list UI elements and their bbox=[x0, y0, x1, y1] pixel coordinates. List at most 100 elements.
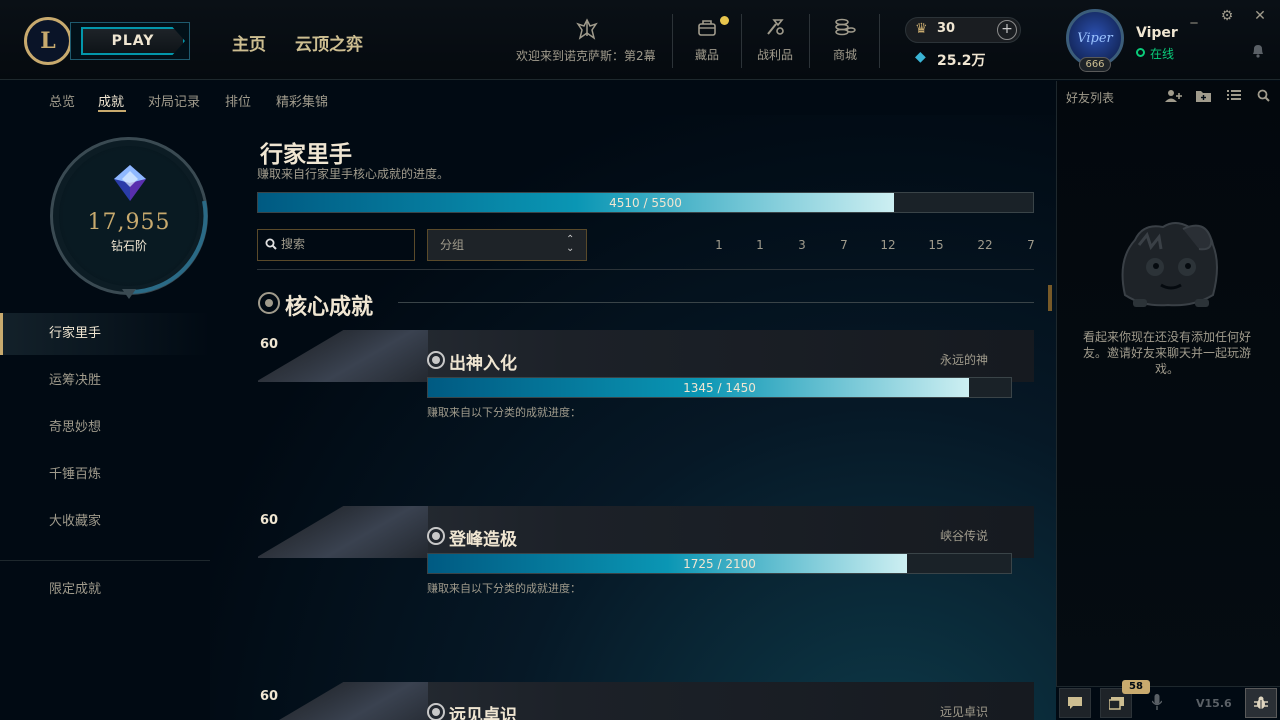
card-progress-text: 1345 / 1450 bbox=[683, 381, 756, 395]
main-progress-bar: 4510 / 5500 bbox=[257, 192, 1034, 213]
friends-panel bbox=[1056, 81, 1280, 720]
sidebar-item-limited[interactable]: 限定成就 bbox=[0, 569, 210, 611]
tab-ranked[interactable]: 排位 bbox=[225, 91, 251, 110]
welcome-text[interactable]: 欢迎来到诺克萨斯：第2幕 bbox=[516, 47, 656, 64]
blue-essence-value: 25.2万 bbox=[937, 53, 986, 69]
achievement-card[interactable] bbox=[258, 506, 1034, 558]
category-count: 7 bbox=[1027, 238, 1035, 252]
core-target-icon bbox=[258, 292, 280, 314]
user-name[interactable]: Viper bbox=[1136, 25, 1178, 41]
bell-icon[interactable] bbox=[1251, 43, 1265, 62]
card-points: 60 bbox=[260, 337, 279, 352]
buy-rp-button[interactable]: + bbox=[997, 20, 1017, 40]
divider bbox=[741, 14, 742, 68]
close-icon[interactable]: ✕ bbox=[1252, 8, 1268, 24]
card-progress-bar: 1345 / 1450 bbox=[427, 377, 1012, 398]
minimize-icon[interactable]: _ bbox=[1186, 8, 1202, 24]
store-label: 商城 bbox=[832, 48, 857, 62]
add-folder-icon[interactable] bbox=[1196, 89, 1211, 106]
microphone-icon[interactable] bbox=[1141, 688, 1173, 718]
sidebar-item-expert[interactable]: 行家里手 bbox=[0, 313, 210, 355]
status-text[interactable]: 在线 bbox=[1150, 45, 1174, 62]
card-description: 赚取来自以下分类的成就进度： bbox=[427, 406, 581, 419]
divider bbox=[257, 269, 1034, 270]
sidebar-item-veterancy[interactable]: 千锤百炼 bbox=[0, 454, 210, 496]
play-button[interactable]: PLAY bbox=[70, 22, 190, 60]
group-select-value: 分组 bbox=[440, 238, 465, 252]
notification-dot bbox=[720, 16, 729, 25]
divider bbox=[672, 14, 673, 68]
search-icon bbox=[265, 238, 277, 253]
avatar-text: Viper bbox=[1077, 30, 1113, 46]
rank-score: 17,955 bbox=[87, 210, 171, 235]
card-reward: 峡谷传说 bbox=[940, 529, 989, 543]
loot-icon bbox=[745, 16, 805, 42]
rank-tier: 钻石阶 bbox=[110, 239, 147, 253]
category-count: 1 bbox=[756, 238, 764, 252]
category-count: 22 bbox=[977, 238, 993, 252]
blue-essence-icon: ◆ bbox=[915, 49, 926, 65]
page-subtitle: 赚取来自行家里手核心成就的进度。 bbox=[257, 167, 450, 181]
achievement-target-icon bbox=[427, 527, 445, 545]
section-title: 核心成就 bbox=[285, 295, 374, 320]
sidebar-divider bbox=[0, 560, 210, 561]
noxus-emblem-icon[interactable] bbox=[576, 18, 598, 40]
sidebar-item-collector[interactable]: 大收藏家 bbox=[0, 501, 210, 543]
tab-achievements[interactable]: 成就 bbox=[98, 91, 124, 110]
active-tab-indicator bbox=[98, 110, 126, 112]
card-reward: 远见卓识 bbox=[940, 705, 989, 719]
add-friend-icon[interactable] bbox=[1165, 89, 1183, 107]
status-online-icon bbox=[1136, 48, 1145, 57]
achievement-card[interactable] bbox=[258, 330, 1034, 382]
bug-report-icon[interactable] bbox=[1245, 688, 1277, 718]
tab-overview[interactable]: 总览 bbox=[49, 91, 75, 110]
card-title: 登峰造极 bbox=[449, 530, 517, 550]
collection-label: 藏品 bbox=[694, 48, 719, 62]
category-count: 12 bbox=[880, 238, 896, 252]
achievement-card[interactable] bbox=[258, 682, 1034, 720]
client-version: V15.6 bbox=[1196, 697, 1232, 710]
achievement-target-icon bbox=[427, 703, 445, 720]
category-count: 7 bbox=[840, 238, 848, 252]
card-reward: 永远的神 bbox=[940, 353, 989, 367]
card-title: 出神入化 bbox=[449, 354, 517, 374]
chat-icon[interactable] bbox=[1059, 688, 1091, 718]
level-badge: 666 bbox=[1079, 57, 1111, 72]
list-view-icon[interactable] bbox=[1227, 89, 1241, 105]
scrollbar-thumb[interactable] bbox=[1048, 285, 1052, 311]
store-button[interactable]: 商城 bbox=[815, 16, 875, 63]
riot-points-value: 30 bbox=[937, 21, 956, 36]
loot-button[interactable]: 战利品 bbox=[745, 16, 805, 63]
section-divider bbox=[398, 302, 1034, 303]
select-updown-icon: ⌃ ⌄ bbox=[566, 234, 575, 254]
divider bbox=[879, 14, 880, 68]
category-count: 1 bbox=[715, 238, 723, 252]
divider bbox=[809, 14, 810, 68]
page-title: 行家里手 bbox=[260, 142, 352, 168]
card-progress-bar: 1725 / 2100 bbox=[427, 553, 1012, 574]
tab-highlights[interactable]: 精彩集锦 bbox=[276, 91, 328, 110]
card-points: 60 bbox=[260, 689, 279, 704]
diamond-gem-icon bbox=[114, 165, 146, 201]
card-description: 赚取来自以下分类的成就进度： bbox=[427, 582, 581, 595]
sidebar-item-imagination[interactable]: 奇思妙想 bbox=[0, 407, 210, 449]
friends-empty-message: 看起来你现在还没有添加任何好友。邀请好友来聊天并一起玩游戏。 bbox=[1082, 330, 1251, 376]
category-count: 15 bbox=[928, 238, 944, 252]
nav-tft[interactable]: 云顶之弈 bbox=[295, 30, 363, 55]
card-title: 远见卓识 bbox=[449, 706, 517, 720]
settings-gear-icon[interactable]: ⚙ bbox=[1219, 8, 1235, 24]
sidebar-item-strategy[interactable]: 运筹决胜 bbox=[0, 360, 210, 402]
card-points: 60 bbox=[260, 513, 279, 528]
league-logo[interactable]: L bbox=[24, 17, 72, 65]
search-input[interactable] bbox=[281, 233, 409, 255]
card-progress-text: 1725 / 2100 bbox=[683, 557, 756, 571]
main-progress-text: 4510 / 5500 bbox=[609, 196, 682, 210]
friends-title: 好友列表 bbox=[1066, 91, 1115, 105]
tab-match-history[interactable]: 对局记录 bbox=[148, 91, 200, 110]
nav-home[interactable]: 主页 bbox=[232, 30, 266, 55]
loot-label: 战利品 bbox=[756, 48, 793, 62]
play-button-label: PLAY bbox=[81, 27, 185, 55]
search-icon[interactable] bbox=[1257, 89, 1270, 106]
poro-empty-state-icon bbox=[1121, 222, 1218, 307]
riot-points-icon: ♛ bbox=[915, 21, 928, 37]
